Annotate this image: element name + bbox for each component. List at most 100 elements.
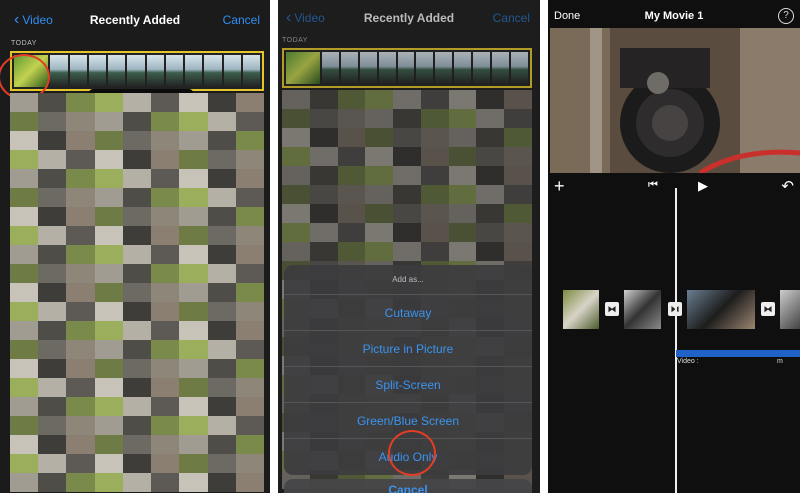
navbar: ‹ Video Recently Added Cancel bbox=[278, 0, 540, 38]
thumbnail-tile bbox=[38, 473, 67, 492]
thumbnail-tile bbox=[66, 473, 95, 492]
thumbnail-tile bbox=[94, 435, 123, 454]
add-media-icon[interactable]: + bbox=[554, 176, 565, 197]
transition-icon[interactable]: ⧓ bbox=[761, 302, 775, 316]
thumbnail-tile bbox=[448, 128, 477, 147]
thumbnail-tile bbox=[235, 378, 264, 397]
section-header: TODAY bbox=[282, 37, 308, 44]
thumbnail-tile bbox=[122, 283, 152, 302]
thumbnail-tile bbox=[207, 435, 236, 454]
thumbnail-tile bbox=[151, 112, 180, 131]
thumbnail-tile bbox=[122, 93, 152, 112]
thumbnail-tile bbox=[235, 321, 264, 340]
thumbnail-tile bbox=[504, 242, 532, 261]
video-thumbnail-grid[interactable] bbox=[10, 93, 264, 493]
thumbnail-tile bbox=[10, 302, 39, 321]
thumbnail-tile bbox=[151, 207, 180, 226]
thumbnail-tile bbox=[94, 131, 123, 150]
thumbnail-tile bbox=[179, 454, 208, 473]
project-title: My Movie 1 bbox=[644, 10, 704, 22]
thumbnail-tile bbox=[235, 150, 264, 169]
thumbnail-tile bbox=[235, 264, 264, 283]
thumbnail-tile bbox=[122, 169, 152, 188]
thumbnail-tile bbox=[207, 245, 236, 264]
thumbnail-tile bbox=[94, 226, 123, 245]
cancel-button[interactable]: Cancel bbox=[223, 13, 260, 27]
playhead[interactable] bbox=[675, 188, 677, 493]
thumbnail-tile bbox=[122, 359, 152, 378]
thumbnail-tile bbox=[504, 204, 532, 223]
thumbnail-tile bbox=[10, 283, 39, 302]
thumbnail-tile bbox=[309, 166, 338, 185]
thumbnail-tile bbox=[66, 226, 95, 245]
thumbnail-tile bbox=[504, 166, 532, 185]
thumbnail-tile bbox=[282, 128, 310, 147]
timeline-clip[interactable] bbox=[624, 290, 661, 329]
skip-to-start-icon[interactable]: ⏮ bbox=[648, 179, 658, 192]
option-cutaway[interactable]: Cutaway bbox=[284, 295, 532, 331]
thumbnail-tile bbox=[94, 359, 123, 378]
sheet-cancel-button[interactable]: Cancel bbox=[284, 479, 532, 493]
thumbnail-tile bbox=[448, 242, 477, 261]
thumbnail-tile bbox=[235, 131, 264, 150]
help-icon[interactable]: ? bbox=[778, 8, 794, 24]
thumbnail-tile bbox=[179, 416, 208, 435]
thumbnail-tile bbox=[365, 128, 394, 147]
thumbnail-tile bbox=[10, 416, 39, 435]
thumbnail-tile bbox=[282, 166, 310, 185]
thumbnail-tile bbox=[38, 169, 67, 188]
thumbnail-tile bbox=[10, 321, 39, 340]
thumbnail-tile bbox=[66, 245, 95, 264]
thumbnail-tile bbox=[179, 245, 208, 264]
thumbnail-tile bbox=[476, 204, 505, 223]
thumbnail-tile bbox=[337, 166, 366, 185]
audio-track[interactable] bbox=[676, 350, 800, 357]
timeline-clip[interactable] bbox=[687, 290, 755, 329]
thumbnail-tile bbox=[38, 207, 67, 226]
thumbnail-tile bbox=[66, 321, 95, 340]
thumbnail-tile bbox=[448, 185, 477, 204]
thumbnail-tile bbox=[94, 473, 123, 492]
undo-icon[interactable]: ↶ bbox=[781, 177, 794, 195]
thumbnail-tile bbox=[282, 90, 310, 109]
thumbnail-tile bbox=[207, 188, 236, 207]
thumbnail-tile bbox=[309, 128, 338, 147]
thumbnail-tile bbox=[10, 169, 39, 188]
thumbnail-tile bbox=[235, 397, 264, 416]
thumbnail-tile bbox=[122, 416, 152, 435]
thumbnail-tile bbox=[309, 90, 338, 109]
thumbnail-tile bbox=[38, 340, 67, 359]
thumbnail-tile bbox=[235, 188, 264, 207]
audio-track-suffix: m bbox=[777, 358, 783, 365]
cancel-button[interactable]: Cancel bbox=[493, 11, 530, 25]
thumbnail-tile bbox=[10, 188, 39, 207]
timeline-clip[interactable] bbox=[563, 290, 599, 329]
thumbnail-tile bbox=[282, 109, 310, 128]
thumbnail-tile bbox=[207, 226, 236, 245]
transition-icon[interactable]: ⧓ bbox=[605, 302, 619, 316]
thumbnail-tile bbox=[448, 90, 477, 109]
option-picture-in-picture[interactable]: Picture in Picture bbox=[284, 331, 532, 367]
thumbnail-tile bbox=[337, 185, 366, 204]
thumbnail-tile bbox=[122, 435, 152, 454]
thumbnail-tile bbox=[393, 223, 421, 242]
thumbnail-tile bbox=[476, 242, 505, 261]
thumbnail-tile bbox=[151, 378, 180, 397]
thumbnail-tile bbox=[66, 302, 95, 321]
thumbnail-tile bbox=[476, 166, 505, 185]
thumbnail-tile bbox=[122, 207, 152, 226]
highlight-circle bbox=[388, 430, 436, 476]
thumbnail-tile bbox=[207, 321, 236, 340]
option-split-screen[interactable]: Split-Screen bbox=[284, 367, 532, 403]
thumbnail-tile bbox=[365, 242, 394, 261]
thumbnail-tile bbox=[122, 188, 152, 207]
play-icon[interactable]: ▶ bbox=[698, 178, 708, 194]
thumbnail-tile bbox=[393, 242, 421, 261]
thumbnail-tile bbox=[337, 90, 366, 109]
timeline-clip[interactable] bbox=[780, 290, 800, 329]
selected-clip-filmstrip[interactable] bbox=[282, 48, 532, 88]
thumbnail-tile bbox=[151, 93, 180, 112]
navbar: ‹ Video Recently Added Cancel bbox=[0, 0, 270, 38]
thumbnail-tile bbox=[66, 207, 95, 226]
thumbnail-tile bbox=[94, 112, 123, 131]
